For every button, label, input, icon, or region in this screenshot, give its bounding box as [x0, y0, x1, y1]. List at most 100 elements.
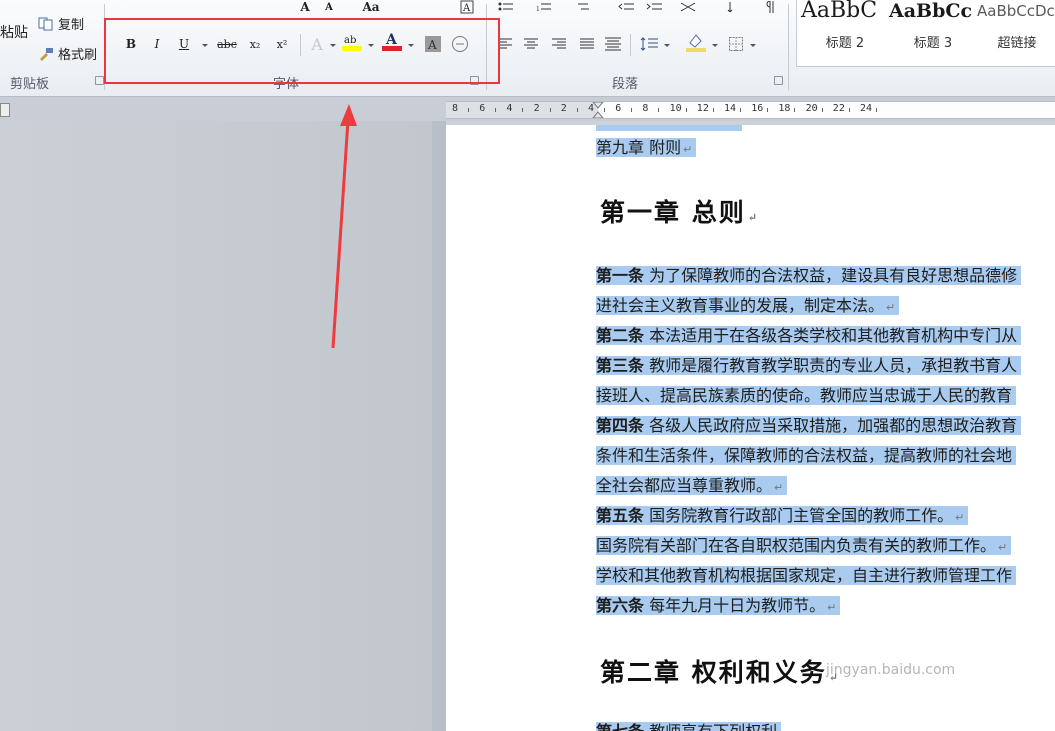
style-hyperlink[interactable]: AaBbCcDc 超链接 — [977, 0, 1055, 66]
chevron-down-icon[interactable] — [712, 44, 718, 47]
paste-label: 粘贴 — [0, 25, 28, 41]
ruler-number: 22 — [832, 103, 845, 114]
ruler-tick — [631, 108, 633, 112]
ruler-number: 6 — [479, 103, 486, 114]
page-shadow — [432, 121, 446, 731]
horizontal-ruler[interactable]: 8 6 4 2 2 4 6 8 10 12 14 16 18 20 22 24 — [446, 101, 1055, 119]
doc-line: 第一条 为了保障教师的合法权益，建设具有良好思想品德修 — [596, 261, 1022, 291]
ruler-number: 6 — [615, 103, 622, 114]
increase-indent-icon[interactable] — [644, 0, 664, 18]
ribbon: 粘贴 复制 格式刷 剪贴板 A A Aa A B I U abc x₂ x² A… — [0, 0, 1055, 97]
ruler-number: 8 — [452, 103, 459, 114]
doc-line: 条件和生活条件，保障教师的合法权益，提高教师的社会地 — [596, 441, 1017, 471]
justify-icon[interactable] — [578, 33, 596, 55]
doc-line: 第七条 教师享有下列权利 — [596, 717, 782, 731]
ruler-tick — [685, 108, 687, 112]
paste-button[interactable]: 粘贴 — [0, 22, 28, 42]
ruler-number: 12 — [696, 103, 709, 114]
ruler-tick — [767, 108, 769, 112]
format-painter-label: 格式刷 — [58, 48, 98, 63]
ruler-number: 2 — [533, 103, 540, 114]
multilevel-list-icon[interactable] — [572, 0, 592, 18]
styles-gallery: AaBbC 标题 2 AaBbCc 标题 3 AaBbCcDc 超链接 — [796, 0, 1055, 67]
paragraph-group-label: 段落 — [612, 77, 639, 92]
format-painter-button[interactable]: 格式刷 — [38, 44, 97, 63]
ruler-tick — [740, 108, 741, 112]
ruler-tick — [658, 108, 660, 112]
sort-icon[interactable] — [724, 0, 744, 18]
ruler-tick — [848, 108, 850, 112]
doc-line: 学校和其他教育机构根据国家规定，自主进行教师管理工作 — [596, 561, 1017, 591]
style-sample: AaBbCcDc — [977, 2, 1055, 20]
doc-line: 国务院有关部门在各自职权范围内负责有关的教师工作。 ↵ — [596, 531, 1012, 561]
asian-layout-icon[interactable] — [678, 0, 698, 18]
doc-line: 全社会都应当尊重教师。 ↵ — [596, 471, 788, 501]
ruler-tick — [549, 108, 551, 112]
shading-icon[interactable] — [684, 31, 708, 53]
copy-button[interactable]: 复制 — [38, 14, 84, 33]
ruler-tick — [576, 108, 578, 112]
line-spacing-icon[interactable] — [638, 33, 660, 55]
shrink-font-icon[interactable]: A — [320, 0, 338, 18]
ruler-tick — [712, 108, 714, 112]
doc-line: 第六条 每年九月十日为教师节。 ↵ — [596, 591, 841, 621]
separator — [630, 34, 631, 56]
indent-marker-icon[interactable] — [592, 102, 604, 118]
show-marks-icon[interactable] — [762, 0, 778, 18]
chevron-down-icon[interactable] — [664, 44, 670, 47]
document-background — [0, 121, 432, 731]
change-case-icon[interactable]: Aa — [358, 0, 384, 18]
highlight-box — [104, 18, 500, 84]
chapter-heading: 第二章 权利和义务 ↵ — [600, 658, 840, 687]
doc-line: 第四条 各级人民政府应当采取措施，加强都的思想政治教育 — [596, 411, 1022, 441]
doc-line: 第五条 国务院教育行政部门主管全国的教师工作。 ↵ — [596, 501, 969, 531]
clipboard-group-label: 剪贴板 — [10, 77, 50, 92]
align-center-icon[interactable] — [522, 33, 540, 55]
format-painter-icon — [38, 47, 54, 61]
ruler-number: 14 — [724, 103, 737, 114]
clipboard-dialog-launcher[interactable] — [95, 76, 104, 85]
ruler-tick — [821, 108, 823, 112]
grow-font-icon[interactable]: A — [296, 0, 314, 18]
ruler-tick — [794, 108, 796, 112]
style-label: 超链接 — [997, 36, 1037, 51]
ruler-toggle-button[interactable] — [0, 103, 10, 117]
numbering-icon[interactable]: 1 — [534, 0, 554, 18]
ruler-tick — [876, 108, 877, 112]
watermark-url: jingyan.baidu.com — [826, 662, 956, 678]
ruler-tick — [522, 108, 524, 112]
decrease-indent-icon[interactable] — [616, 0, 636, 18]
ruler-row: 8 6 4 2 2 4 6 8 10 12 14 16 18 20 22 24 — [0, 97, 1055, 121]
doc-line: 进社会主义教育事业的发展，制定本法。 ↵ — [596, 291, 900, 321]
copy-label: 复制 — [58, 18, 85, 33]
copy-icon — [38, 17, 54, 31]
style-sample: AaBbC — [801, 0, 878, 23]
ruler-number: 10 — [669, 103, 682, 114]
bullets-icon[interactable] — [496, 0, 516, 18]
ruler-number: 4 — [506, 103, 513, 114]
svg-text:A: A — [462, 3, 471, 14]
ruler-number: 18 — [778, 103, 791, 114]
watermark-logo: Baidu经验 — [860, 620, 1017, 655]
svg-text:1: 1 — [536, 6, 540, 12]
ruler-number: 8 — [642, 103, 649, 114]
ruler-number: 24 — [860, 103, 873, 114]
style-heading-3[interactable]: AaBbCc 标题 3 — [889, 0, 977, 66]
style-sample: AaBbCc — [889, 0, 973, 22]
style-label: 标题 2 — [825, 36, 865, 51]
distribute-icon[interactable] — [604, 33, 622, 55]
ruler-number: 16 — [751, 103, 764, 114]
doc-line: 第九章 附则 ↵ — [596, 133, 697, 163]
ruler-tick — [468, 108, 469, 112]
align-right-icon[interactable] — [550, 33, 568, 55]
ruler-tick — [604, 108, 605, 112]
char-border-icon[interactable]: A — [458, 0, 476, 18]
doc-line: 第二条 本法适用于在各级各类学校和其他教育机构中专门从 — [596, 321, 1022, 351]
paragraph-dialog-launcher[interactable] — [774, 76, 783, 85]
separator — [788, 4, 789, 90]
ruler-tick — [495, 108, 497, 112]
style-heading-2[interactable]: AaBbC 标题 2 — [801, 0, 889, 66]
ruler-number: 20 — [805, 103, 818, 114]
chevron-down-icon[interactable] — [750, 44, 756, 47]
borders-icon[interactable] — [726, 33, 746, 55]
